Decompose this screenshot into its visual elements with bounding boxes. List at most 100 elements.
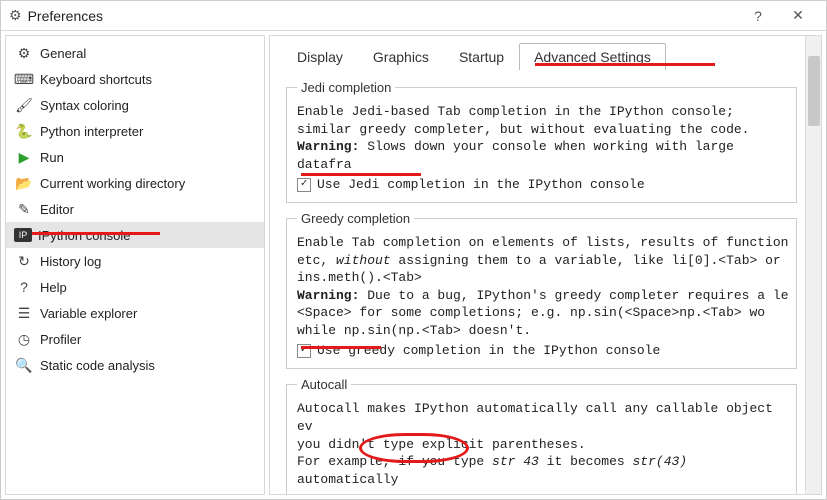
help-icon: ?	[14, 279, 34, 295]
group-legend: Jedi completion	[297, 80, 395, 95]
folder-open-icon: 📂	[14, 175, 34, 192]
text: Autocall makes IPython automatically cal…	[297, 401, 773, 434]
tab-advanced-settings[interactable]: Advanced Settings	[519, 43, 666, 70]
text: str 43	[492, 454, 539, 469]
warning-label: Warning:	[297, 288, 359, 303]
sidebar-item-help[interactable]: ? Help	[6, 274, 264, 300]
text: etc,	[297, 253, 336, 268]
group-autocall: Autocall Autocall makes IPython automati…	[286, 377, 797, 494]
warning-label: Warning:	[297, 139, 359, 154]
clock-icon: ◷	[14, 331, 34, 348]
text: str(43)	[632, 454, 687, 469]
gear-icon: ⚙	[9, 7, 22, 24]
sidebar-item-variable-explorer[interactable]: ☰ Variable explorer	[6, 300, 264, 326]
tab-startup[interactable]: Startup	[444, 43, 519, 70]
text: doesn't.	[461, 323, 531, 338]
brush-icon: 🖌	[14, 97, 34, 114]
sidebar-item-label: Run	[40, 150, 64, 165]
list-icon: ☰	[14, 305, 34, 322]
text: Tab	[352, 235, 375, 250]
group-greedy-completion: Greedy completion Enable Tab completion …	[286, 211, 797, 369]
tab-label: Graphics	[373, 49, 429, 65]
text: Slows down your console when working wit…	[297, 139, 734, 172]
text: automatically	[297, 472, 398, 487]
text: np.sin(np.<Tab>	[344, 323, 461, 338]
history-icon: ↻	[14, 253, 34, 270]
sidebar-item-general[interactable]: ⚙ General	[6, 40, 264, 66]
preferences-sidebar: ⚙ General ⌨ Keyboard shortcuts 🖌 Syntax …	[5, 35, 265, 495]
sidebar-item-python-interpreter[interactable]: 🐍 Python interpreter	[6, 118, 264, 144]
sidebar-item-label: Keyboard shortcuts	[40, 72, 152, 87]
group-legend: Greedy completion	[297, 211, 414, 226]
text: it becomes	[539, 454, 633, 469]
text: Enable Jedi-based Tab completion in the …	[297, 104, 749, 137]
text: while	[297, 323, 344, 338]
autocall-description: Autocall makes IPython automatically cal…	[297, 400, 790, 488]
text: <Space>	[297, 305, 352, 320]
sidebar-item-profiler[interactable]: ◷ Profiler	[6, 326, 264, 352]
play-icon: ▶	[14, 149, 34, 166]
sidebar-item-label: IPython console	[38, 228, 131, 243]
sidebar-item-label: Profiler	[40, 332, 81, 347]
checkbox-icon[interactable]: ✓	[297, 344, 311, 358]
preferences-content: Display Graphics Startup Advanced Settin…	[269, 35, 822, 495]
sidebar-item-label: General	[40, 46, 86, 61]
tab-label: Display	[297, 49, 343, 65]
greedy-checkbox-row[interactable]: ✓ Use greedy completion in the IPython c…	[297, 343, 790, 358]
sidebar-item-label: Help	[40, 280, 67, 295]
sidebar-item-history-log[interactable]: ↻ History log	[6, 248, 264, 274]
python-icon: 🐍	[14, 123, 34, 140]
title-bar: ⚙ Preferences ? ✕	[1, 1, 826, 31]
sidebar-item-label: Editor	[40, 202, 74, 217]
sidebar-item-label: History log	[40, 254, 101, 269]
window-title: Preferences	[28, 8, 738, 24]
scrollbar-thumb[interactable]	[808, 56, 820, 126]
sidebar-item-run[interactable]: ▶ Run	[6, 144, 264, 170]
sidebar-item-static-code-analysis[interactable]: 🔍 Static code analysis	[6, 352, 264, 378]
sidebar-item-editor[interactable]: ✎ Editor	[6, 196, 264, 222]
keyboard-icon: ⌨	[14, 71, 34, 88]
jedi-description: Enable Jedi-based Tab completion in the …	[297, 103, 790, 173]
sidebar-item-cwd[interactable]: 📂 Current working directory	[6, 170, 264, 196]
gear-icon: ⚙	[14, 45, 34, 62]
ipython-icon: IP	[14, 228, 32, 242]
group-jedi-completion: Jedi completion Enable Jedi-based Tab co…	[286, 80, 797, 203]
text: For example, if you type	[297, 454, 492, 469]
text: ins.meth().<Tab>	[297, 270, 422, 285]
tab-graphics[interactable]: Graphics	[358, 43, 444, 70]
tab-label: Startup	[459, 49, 504, 65]
text: li[0].<Tab>	[671, 253, 757, 268]
text: Enable	[297, 235, 352, 250]
jedi-checkbox-row[interactable]: ✓ Use Jedi completion in the IPython con…	[297, 177, 790, 192]
text: np.sin(<Space>np.<Tab>	[570, 305, 742, 320]
checkbox-label: Use greedy completion in the IPython con…	[317, 343, 660, 358]
greedy-description: Enable Tab completion on elements of lis…	[297, 234, 790, 339]
text: wo	[742, 305, 765, 320]
text: Due to a bug, IPython's greedy completer…	[359, 288, 788, 303]
text: you didn't type explicit parentheses.	[297, 437, 586, 452]
text: or	[757, 253, 780, 268]
text: assigning them to a variable, like	[391, 253, 672, 268]
magnifier-icon: 🔍	[14, 357, 34, 374]
sidebar-item-syntax-coloring[interactable]: 🖌 Syntax coloring	[6, 92, 264, 118]
sidebar-item-label: Python interpreter	[40, 124, 143, 139]
sidebar-item-ipython-console[interactable]: IP IPython console	[6, 222, 264, 248]
pencil-icon: ✎	[14, 201, 34, 218]
help-button[interactable]: ?	[738, 8, 778, 24]
tab-label: Advanced Settings	[534, 49, 651, 65]
sidebar-item-label: Static code analysis	[40, 358, 155, 373]
sidebar-item-label: Variable explorer	[40, 306, 137, 321]
scrollbar[interactable]	[805, 36, 821, 494]
checkbox-label: Use Jedi completion in the IPython conso…	[317, 177, 645, 192]
group-legend: Autocall	[297, 377, 351, 392]
close-button[interactable]: ✕	[778, 7, 818, 24]
sidebar-item-label: Syntax coloring	[40, 98, 129, 113]
tab-display[interactable]: Display	[282, 43, 358, 70]
text: completion on elements of lists, results…	[375, 235, 788, 250]
text: for some completions; e.g.	[352, 305, 570, 320]
sidebar-item-keyboard-shortcuts[interactable]: ⌨ Keyboard shortcuts	[6, 66, 264, 92]
panel-body: Jedi completion Enable Jedi-based Tab co…	[270, 72, 805, 494]
checkbox-icon[interactable]: ✓	[297, 178, 311, 192]
tab-bar: Display Graphics Startup Advanced Settin…	[270, 36, 821, 69]
sidebar-item-label: Current working directory	[40, 176, 185, 191]
